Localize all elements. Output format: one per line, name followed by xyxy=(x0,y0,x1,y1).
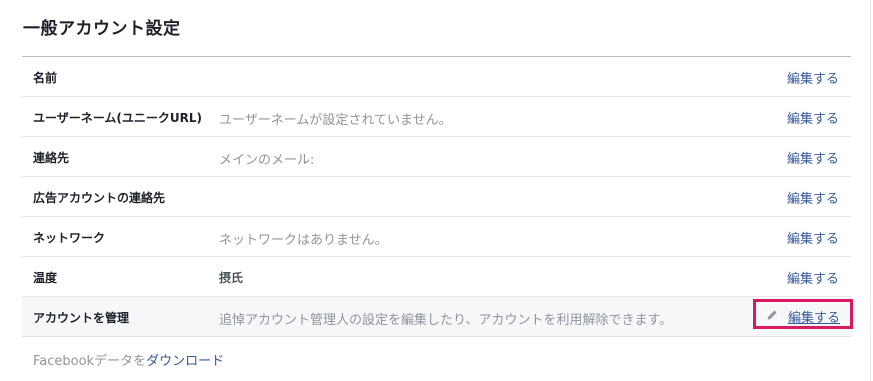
download-your-data: Facebookデータをダウンロード xyxy=(33,350,224,369)
edit-manage-account-link[interactable]: 編集する xyxy=(788,307,840,326)
edit-username-link[interactable]: 編集する xyxy=(787,108,839,127)
edit-contact-link[interactable]: 編集する xyxy=(787,148,839,167)
download-prefix: Facebookデータを xyxy=(33,354,147,369)
pencil-icon xyxy=(767,309,778,320)
settings-row-temperature[interactable]: 温度 摂氏 編集する xyxy=(22,257,851,297)
edit-name-link[interactable]: 編集する xyxy=(787,68,839,87)
row-label: ユーザーネーム(ユニークURL) xyxy=(33,111,203,125)
manage-account-edit-highlight[interactable]: 編集する xyxy=(753,299,853,329)
edit-networks-link[interactable]: 編集する xyxy=(787,228,839,247)
row-value: 摂氏 xyxy=(219,271,244,285)
row-label: 温度 xyxy=(33,271,58,285)
settings-row-manage-account[interactable]: アカウントを管理 追悼アカウント管理人の設定を編集したり、アカウントを利用解除で… xyxy=(22,297,853,337)
general-account-settings-panel: 一般アカウント設定 名前 編集する ユーザーネーム(ユニークURL) ユーザーネ… xyxy=(0,0,871,381)
settings-row-networks[interactable]: ネットワーク ネットワークはありません。 編集する xyxy=(22,217,851,257)
settings-list: 名前 編集する ユーザーネーム(ユニークURL) ユーザーネームが設定されていま… xyxy=(22,56,853,337)
row-label: ネットワーク xyxy=(33,231,106,245)
settings-row-username[interactable]: ユーザーネーム(ユニークURL) ユーザーネームが設定されていません。 編集する xyxy=(22,97,851,137)
settings-row-contact[interactable]: 連絡先 メインのメール: 編集する xyxy=(22,137,851,177)
row-label: アカウントを管理 xyxy=(33,311,130,325)
row-value: ネットワークはありません。 xyxy=(219,233,388,248)
settings-row-ad-account-contact[interactable]: 広告アカウントの連絡先 編集する xyxy=(22,177,851,217)
edit-ad-account-contact-link[interactable]: 編集する xyxy=(787,188,839,207)
row-label: 広告アカウントの連絡先 xyxy=(33,191,166,205)
edit-temperature-link[interactable]: 編集する xyxy=(787,268,839,287)
row-label: 名前 xyxy=(33,71,58,85)
row-value: ユーザーネームが設定されていません。 xyxy=(219,113,452,128)
row-value: メインのメール: xyxy=(219,153,315,168)
row-label: 連絡先 xyxy=(33,151,70,165)
page-title: 一般アカウント設定 xyxy=(23,19,181,39)
download-link[interactable]: ダウンロード xyxy=(146,354,224,369)
settings-row-name[interactable]: 名前 編集する xyxy=(22,57,851,97)
row-value: 追悼アカウント管理人の設定を編集したり、アカウントを利用解除できます。 xyxy=(219,313,673,328)
